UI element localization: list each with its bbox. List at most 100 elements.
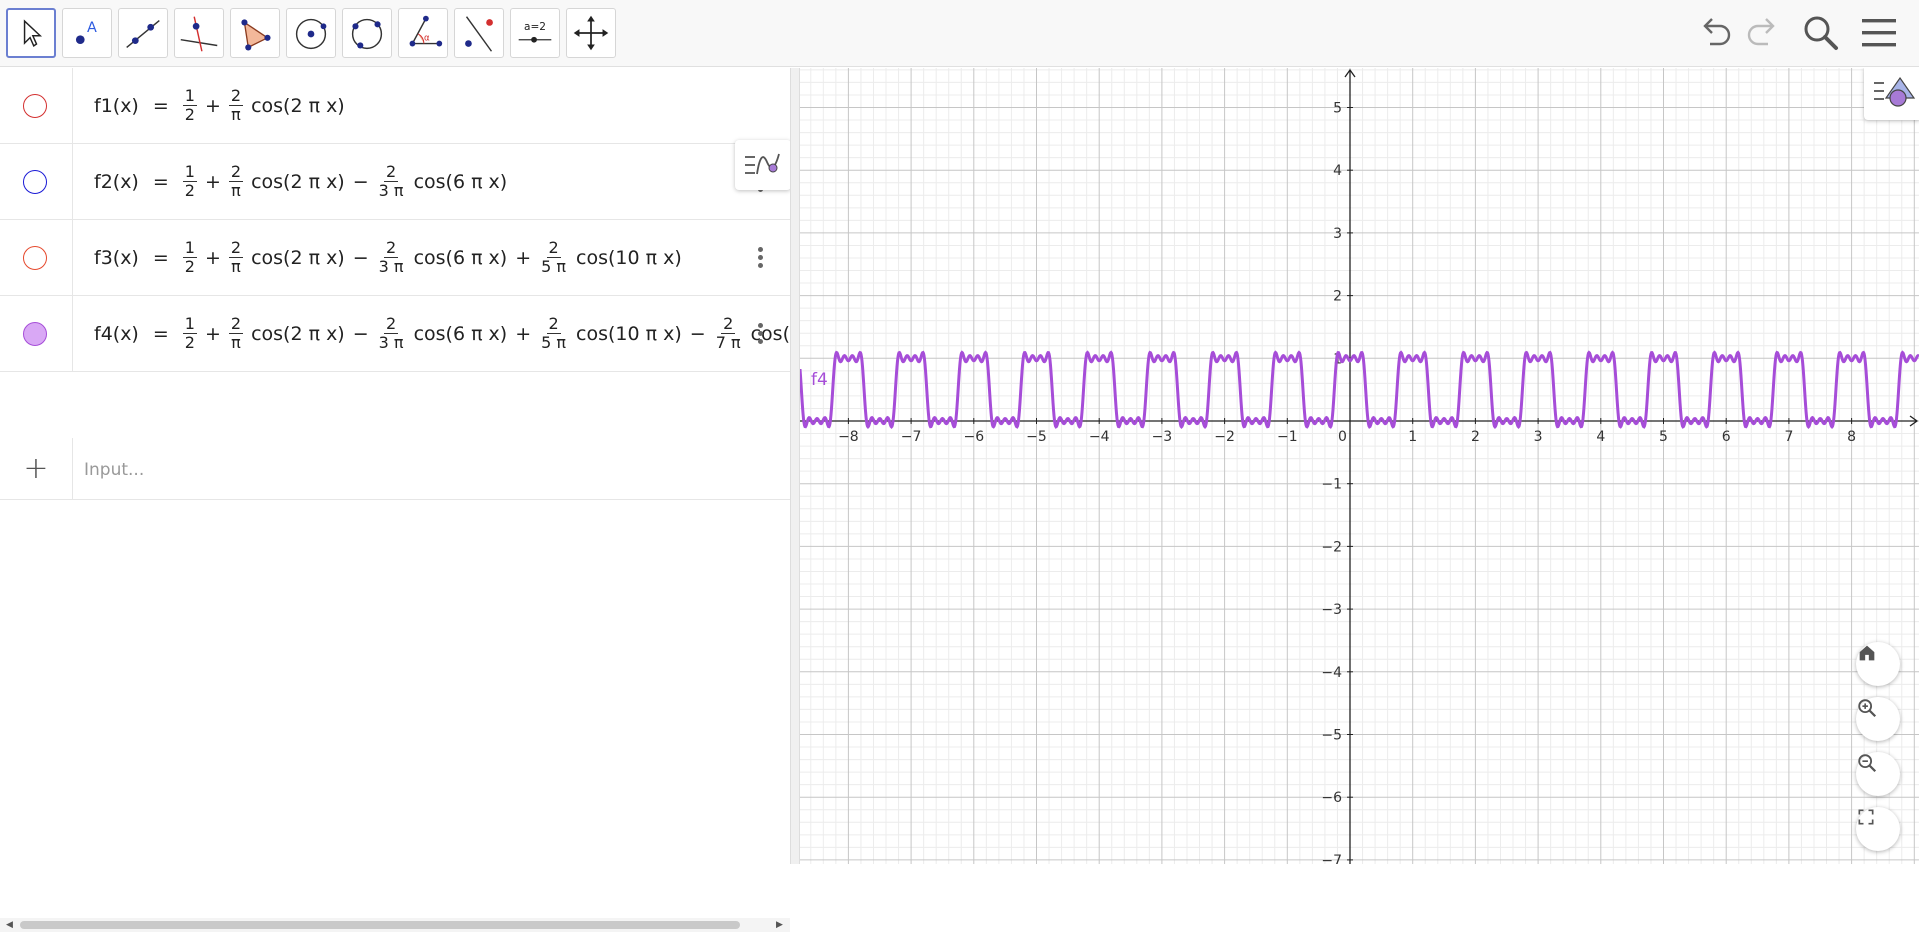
zoom-out-icon xyxy=(1858,754,1877,773)
y-tick-label: −6 xyxy=(1321,790,1342,806)
algebra-view-settings-button[interactable] xyxy=(735,140,791,190)
formula-operator: = xyxy=(152,246,169,269)
graphics-view-settings-button[interactable] xyxy=(1864,68,1919,120)
formula-operator: + xyxy=(515,322,532,345)
algebra-row-f2[interactable]: f2(x) = 1 2 +2 π cos(2 π x) −2 3 π cos(6 π x) xyxy=(0,144,790,220)
formula-term: f1(x) xyxy=(94,94,139,117)
visibility-toggle-cell xyxy=(0,144,73,219)
fraction-numerator: 2 xyxy=(721,313,736,334)
formula-term: cos(2 π x) xyxy=(251,170,345,193)
formula-operator: + xyxy=(515,246,532,269)
fraction-numerator: 1 xyxy=(182,313,197,334)
algebra-input-field[interactable] xyxy=(84,456,764,484)
x-tick-label: 1 xyxy=(1408,429,1417,445)
more-options-icon[interactable] xyxy=(752,244,768,274)
algebra-horizontal-scrollbar[interactable]: ◀ ▶ xyxy=(0,918,790,932)
x-tick-label: 4 xyxy=(1596,429,1605,445)
formula-operator: = xyxy=(152,170,169,193)
algebra-row-f4[interactable]: f4(x) = 1 2 +2 π cos(2 π x) −2 3 π cos(6 π x) +2 5 … xyxy=(0,296,832,372)
perpendicular-line-tool-button[interactable] xyxy=(174,8,224,58)
visibility-toggle-f2[interactable] xyxy=(23,170,47,194)
formula-f4[interactable]: f4(x) = 1 2 +2 π cos(2 π x) −2 3 π cos(6 π x) +2 5 … xyxy=(90,296,836,371)
circle-tool-button[interactable] xyxy=(286,8,336,58)
svg-text:A: A xyxy=(87,20,97,36)
svg-text:α: α xyxy=(424,34,430,44)
fraction-denominator: π xyxy=(231,333,241,352)
toolbar: A α a=2 xyxy=(0,0,1919,67)
x-tick-label: −8 xyxy=(838,429,859,445)
fraction-denominator: 5 π xyxy=(541,333,567,352)
formula-term: f3(x) xyxy=(94,246,139,269)
y-tick-label: 3 xyxy=(1333,226,1342,242)
y-tick-label: −7 xyxy=(1321,853,1342,864)
circle-center-icon xyxy=(295,18,327,50)
move-tool-button[interactable] xyxy=(6,8,56,58)
polygon-icon xyxy=(241,19,271,51)
y-tick-label: −3 xyxy=(1321,602,1342,618)
fraction-denominator: 3 π xyxy=(378,333,404,352)
f4-curve-label[interactable]: f4 xyxy=(811,370,828,390)
formula-term: cos(6 π x) xyxy=(413,322,508,345)
zoom-out-button[interactable] xyxy=(1856,752,1900,796)
x-tick-label: 0 xyxy=(1338,429,1347,445)
search-icon xyxy=(1804,16,1838,50)
scroll-left-icon[interactable]: ◀ xyxy=(6,920,13,930)
fraction: 23 π xyxy=(377,238,406,277)
fraction-denominator: 7 π xyxy=(715,333,741,352)
graphics-style-icon xyxy=(1874,76,1916,107)
add-item-button[interactable]: + xyxy=(0,438,73,499)
formula-f1[interactable]: f1(x) = 1 2 +2 π cos(2 π x) xyxy=(90,68,349,143)
main-menu-button[interactable] xyxy=(1856,10,1902,56)
scrollbar-thumb[interactable] xyxy=(20,921,740,929)
fraction: 23 π xyxy=(377,314,406,353)
visibility-toggle-f3[interactable] xyxy=(23,246,47,270)
visibility-toggle-cell xyxy=(0,220,73,295)
formula-f3[interactable]: f3(x) = 1 2 +2 π cos(2 π x) −2 3 π cos(6 π x) +2 5 … xyxy=(90,220,686,295)
menu-icon xyxy=(1862,19,1896,47)
coordinate-plane[interactable]: −8 −7 −6 −5 −4 −3 −2 −1 0 1 2 3 4 5 6 7 8 5 4 3 2 1 −1 −2 −3 −4 −… xyxy=(800,68,1919,864)
polygon-tool-button[interactable] xyxy=(230,8,280,58)
reflect-tool-button[interactable] xyxy=(454,8,504,58)
plus-icon: + xyxy=(23,451,49,486)
fraction-numerator: 2 xyxy=(228,161,244,182)
graphics-view[interactable]: −8 −7 −6 −5 −4 −3 −2 −1 0 1 2 3 4 5 6 7 8 5 4 3 2 1 −1 −2 −3 −4 −… xyxy=(800,68,1919,864)
move-view-tool-button[interactable] xyxy=(566,8,616,58)
formula-term: cos(6 π x) xyxy=(413,170,508,193)
formula-term: f4(x) xyxy=(94,322,139,345)
fraction-denominator: 5 π xyxy=(541,257,567,276)
undo-button[interactable] xyxy=(1692,10,1738,56)
visibility-toggle-f1[interactable] xyxy=(23,94,47,118)
redo-button[interactable] xyxy=(1740,10,1786,56)
angle-tool-button[interactable]: α xyxy=(398,8,448,58)
zoom-in-button[interactable] xyxy=(1856,697,1900,741)
point-tool-button[interactable]: A xyxy=(62,8,112,58)
circle-three-points-tool-button[interactable] xyxy=(342,8,392,58)
formula-term: cos(2 π x) xyxy=(251,94,345,117)
visibility-toggle-f4[interactable] xyxy=(23,322,47,346)
visibility-toggle-cell xyxy=(0,68,73,143)
line-tool-button[interactable] xyxy=(118,8,168,58)
y-tick-label: 4 xyxy=(1333,163,1342,179)
fraction-denominator: π xyxy=(231,181,241,200)
line-icon xyxy=(126,19,160,48)
more-options-icon[interactable] xyxy=(752,320,768,350)
search-button[interactable] xyxy=(1798,10,1844,56)
scroll-right-icon[interactable]: ▶ xyxy=(776,920,783,930)
fraction-denominator: π xyxy=(231,105,241,124)
fullscreen-button[interactable] xyxy=(1856,807,1900,851)
slider-tool-button[interactable]: a=2 xyxy=(510,8,560,58)
x-tick-label: −1 xyxy=(1277,429,1298,445)
fraction-numerator: 1 xyxy=(182,161,197,182)
formula-f2[interactable]: f2(x) = 1 2 +2 π cos(2 π x) −2 3 π cos(6 π x) xyxy=(90,144,511,219)
x-tick-label: −2 xyxy=(1214,429,1235,445)
fraction-denominator: π xyxy=(231,257,241,276)
standard-view-button[interactable] xyxy=(1856,642,1900,686)
fraction: 12 xyxy=(182,161,197,201)
algebra-row-f3[interactable]: f3(x) = 1 2 +2 π cos(2 π x) −2 3 π cos(6 π x) +2 5 … xyxy=(0,220,790,296)
formula-term: cos(6 π x) xyxy=(413,246,508,269)
x-tick-label: 7 xyxy=(1784,429,1793,445)
view-divider[interactable] xyxy=(790,68,800,864)
algebra-row-f1[interactable]: f1(x) = 1 2 +2 π cos(2 π x) xyxy=(0,68,790,144)
fraction-numerator: 1 xyxy=(182,237,197,258)
x-axis-tick-labels: −8 −7 −6 −5 −4 −3 −2 −1 0 1 2 3 4 5 6 7 8 xyxy=(838,429,1856,445)
